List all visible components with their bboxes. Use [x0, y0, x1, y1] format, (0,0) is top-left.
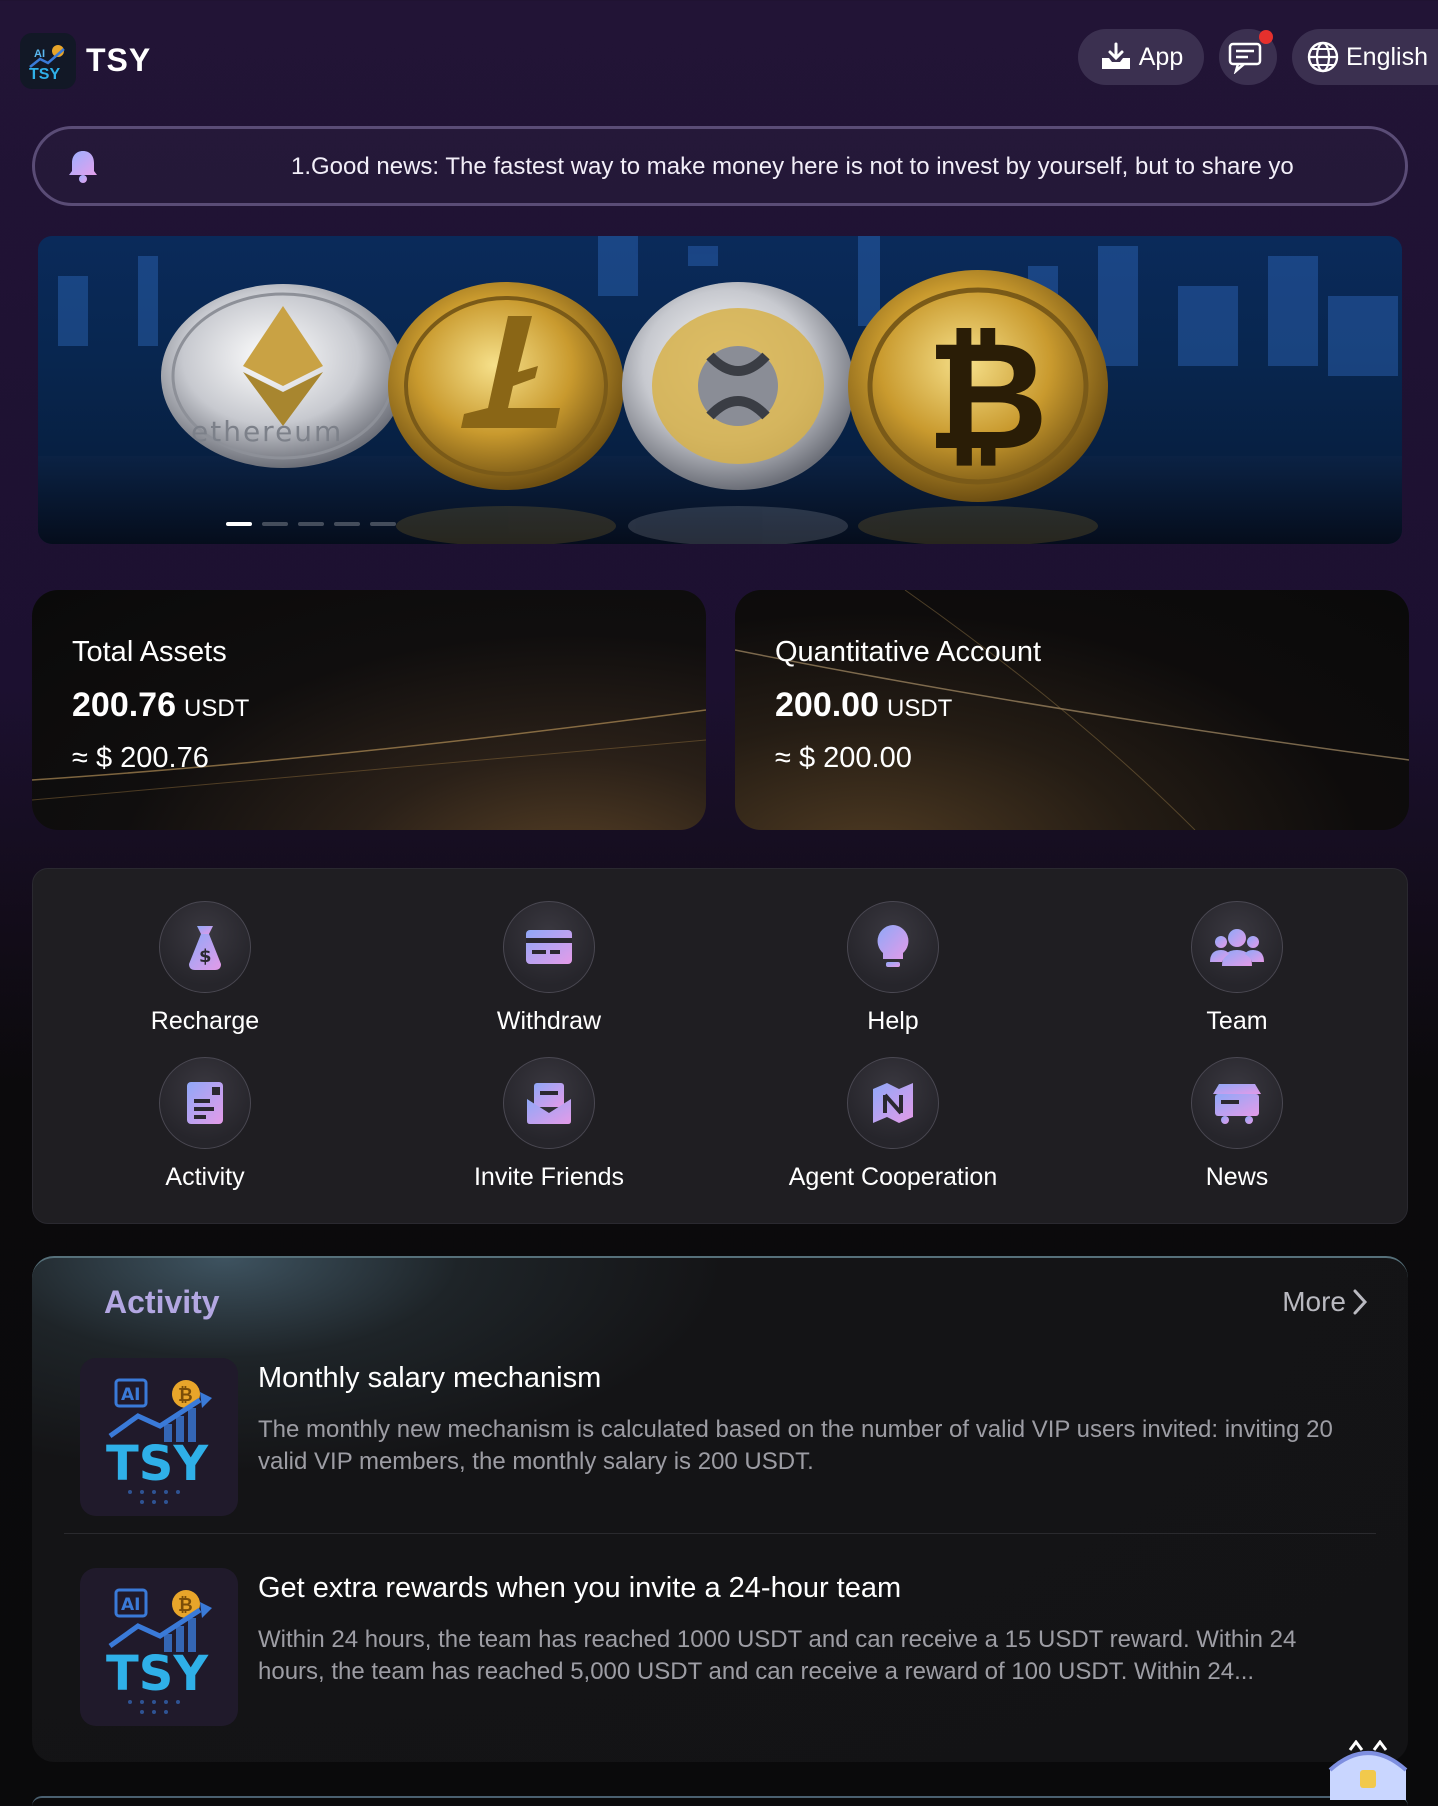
quantitative-account-amount: 200.00 USDT: [775, 686, 952, 725]
activity-item-title: Monthly salary mechanism: [258, 1362, 602, 1394]
logo-brand-text: TSY: [29, 66, 60, 83]
activity-title: Activity: [104, 1284, 220, 1320]
envelope-icon: [527, 1083, 571, 1124]
menu-label: Help: [867, 1007, 919, 1035]
bell-icon: [69, 151, 97, 183]
download-icon: [1101, 42, 1130, 69]
svg-text:$: $: [199, 946, 212, 967]
thumb-coin-text: ₿: [178, 1385, 193, 1406]
brand-name: TSY: [86, 42, 152, 78]
notice-bar[interactable]: 1.Good news: The fastest way to make mon…: [32, 126, 1408, 206]
card-icon: [526, 930, 572, 964]
menu-label: Team: [1206, 1007, 1268, 1035]
activity-item[interactable]: AI ₿ TSY Get extra rewards when you invi…: [80, 1568, 1370, 1728]
team-icon-circle: [1191, 901, 1283, 993]
treasure-chest-icon[interactable]: [1320, 1739, 1416, 1806]
map-icon: [873, 1083, 913, 1123]
crypto-coins-image: ethereum ₿: [38, 236, 1402, 544]
activity-item-desc: Within 24 hours, the team has reached 10…: [258, 1626, 1297, 1685]
more-label: More: [1282, 1286, 1346, 1317]
menu-item-withdraw[interactable]: Withdraw: [377, 901, 721, 1036]
menu-label: News: [1205, 1163, 1269, 1191]
menu-item-activity[interactable]: Activity: [33, 1057, 377, 1192]
total-assets-label: Total Assets: [72, 636, 227, 668]
news-icon-circle: [1191, 1057, 1283, 1149]
activity-item[interactable]: AI ₿ TSY Monthly salary mechanism The mo…: [80, 1358, 1370, 1518]
thumb-ai-text: AI: [121, 1385, 140, 1405]
activity-section: Activity More AI ₿ TSY Monthly salary me…: [32, 1256, 1408, 1762]
tsy-logo-image: AI ₿ TSY: [106, 1588, 212, 1714]
quick-menu-grid: $ Recharge Withdraw Help Team Activity I…: [32, 868, 1408, 1224]
banner-dot[interactable]: [226, 522, 252, 526]
document-icon: [187, 1082, 223, 1124]
total-assets-card[interactable]: Total Assets 200.76 USDT ≈ $ 200.76: [32, 590, 706, 830]
agent-icon-circle: [847, 1057, 939, 1149]
app-logo[interactable]: AI TSY: [20, 33, 76, 89]
menu-item-team[interactable]: Team: [1065, 901, 1409, 1036]
menu-label: Recharge: [150, 1007, 260, 1035]
activity-thumbnail: AI ₿ TSY: [80, 1568, 238, 1726]
menu-item-help[interactable]: Help: [721, 901, 1065, 1036]
recharge-icon-circle: $: [159, 901, 251, 993]
thumb-brand-text: TSY: [106, 1646, 209, 1702]
lightbulb-icon: [877, 925, 909, 967]
menu-label: Invite Friends: [473, 1163, 625, 1191]
activity-item-title: Get extra rewards when you invite a 24-h…: [258, 1572, 902, 1604]
invite-icon-circle: [503, 1057, 595, 1149]
menu-label: Withdraw: [496, 1007, 602, 1035]
thumb-coin-text: ₿: [178, 1595, 193, 1616]
banner-pagination[interactable]: [226, 522, 396, 526]
app-download-button[interactable]: App: [1078, 29, 1204, 85]
banner-dot[interactable]: [262, 522, 288, 526]
users-icon: [1210, 929, 1264, 966]
total-assets-usd: ≈ $ 200.76: [72, 742, 209, 774]
menu-label: Activity: [165, 1163, 245, 1191]
quantitative-account-usd: ≈ $ 200.00: [775, 742, 912, 774]
money-bag-icon: $: [189, 926, 221, 970]
header: AI TSY TSY App English: [0, 0, 1438, 118]
globe-icon: [1307, 41, 1339, 73]
app-label: App: [1138, 42, 1184, 71]
next-section-edge: [32, 1796, 1408, 1806]
quantitative-account-unit: USDT: [887, 695, 953, 722]
promo-banner[interactable]: ethereum ₿: [38, 236, 1402, 544]
quantitative-account-value: 200.00: [775, 686, 879, 724]
banner-dot[interactable]: [334, 522, 360, 526]
messages-button[interactable]: [1219, 29, 1277, 85]
menu-item-agent-cooperation[interactable]: Agent Cooperation: [721, 1057, 1065, 1192]
help-icon-circle: [847, 901, 939, 993]
shop-icon: [1213, 1084, 1261, 1124]
tsy-logo-image: AI ₿ TSY: [106, 1378, 212, 1504]
notice-text: 1.Good news: The fastest way to make mon…: [291, 153, 1294, 180]
banner-dot[interactable]: [298, 522, 324, 526]
banner-dot[interactable]: [370, 522, 396, 526]
thumb-brand-text: TSY: [106, 1436, 209, 1492]
menu-item-recharge[interactable]: $ Recharge: [33, 901, 377, 1036]
quantitative-account-card[interactable]: Quantitative Account 200.00 USDT ≈ $ 200.…: [735, 590, 1409, 830]
activity-item-desc: The monthly new mechanism is calculated …: [258, 1416, 1333, 1475]
menu-item-news[interactable]: News: [1065, 1057, 1409, 1192]
total-assets-unit: USDT: [184, 695, 250, 722]
bitcoin-symbol: ₿: [926, 310, 1048, 484]
quantitative-account-label: Quantitative Account: [775, 636, 1041, 668]
notification-dot: [1259, 30, 1273, 44]
thumb-ai-text: AI: [121, 1595, 140, 1615]
chevron-right-icon: [1353, 1289, 1368, 1315]
language-label: English: [1346, 42, 1428, 71]
menu-item-invite-friends[interactable]: Invite Friends: [377, 1057, 721, 1192]
ethereum-coin-text: ethereum: [191, 415, 343, 448]
total-assets-value: 200.76: [72, 686, 176, 724]
language-selector[interactable]: English: [1292, 29, 1438, 85]
more-link[interactable]: More: [1282, 1286, 1368, 1318]
activity-divider: [64, 1533, 1376, 1534]
total-assets-amount: 200.76 USDT: [72, 686, 249, 725]
menu-label: Agent Cooperation: [788, 1163, 998, 1191]
activity-icon-circle: [159, 1057, 251, 1149]
withdraw-icon-circle: [503, 901, 595, 993]
activity-thumbnail: AI ₿ TSY: [80, 1358, 238, 1516]
chat-icon: [1228, 42, 1262, 74]
